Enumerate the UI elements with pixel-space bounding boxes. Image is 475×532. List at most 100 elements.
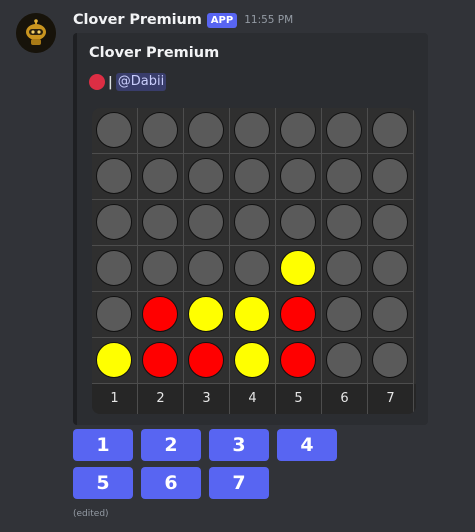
username[interactable]: Clover Premium	[73, 12, 202, 28]
board-cell	[138, 246, 184, 292]
column-label: 3	[184, 384, 230, 414]
board-cell	[368, 246, 414, 292]
empty-slot	[234, 158, 270, 194]
board-cell	[368, 338, 414, 384]
board-cell	[230, 338, 276, 384]
app-badge: APP	[206, 12, 238, 28]
board-cell	[92, 246, 138, 292]
empty-slot	[372, 158, 408, 194]
yellow-disc	[188, 296, 224, 332]
yellow-disc	[96, 342, 132, 378]
board-cell	[276, 154, 322, 200]
board-cell	[276, 246, 322, 292]
empty-slot	[372, 296, 408, 332]
robot-icon	[16, 13, 56, 53]
empty-slot	[142, 250, 178, 286]
board-cell	[184, 292, 230, 338]
board-cell	[368, 200, 414, 246]
red-disc	[188, 342, 224, 378]
empty-slot	[372, 342, 408, 378]
board-cell	[230, 154, 276, 200]
column-button-4[interactable]: 4	[277, 429, 337, 461]
timestamp: 11:55 PM	[244, 14, 294, 26]
board-cell	[138, 338, 184, 384]
board-cell	[184, 246, 230, 292]
board-cell	[230, 108, 276, 154]
column-button-5[interactable]: 5	[73, 467, 133, 499]
empty-slot	[96, 296, 132, 332]
bot-avatar[interactable]	[16, 13, 56, 53]
column-label: 1	[92, 384, 138, 414]
board-cell	[138, 200, 184, 246]
column-button-3[interactable]: 3	[209, 429, 269, 461]
board-cell	[276, 108, 322, 154]
empty-slot	[234, 112, 270, 148]
board-cell	[92, 154, 138, 200]
board-cell	[368, 292, 414, 338]
column-button-7[interactable]: 7	[209, 467, 269, 499]
empty-slot	[372, 250, 408, 286]
empty-slot	[326, 204, 362, 240]
red-disc	[142, 296, 178, 332]
board-cell	[138, 154, 184, 200]
separator: |	[108, 74, 113, 90]
column-label: 6	[322, 384, 368, 414]
board-cell	[92, 292, 138, 338]
board-cell	[322, 246, 368, 292]
edited-label: (edited)	[73, 509, 109, 519]
empty-slot	[326, 158, 362, 194]
red-disc-icon	[89, 74, 105, 90]
board-cell	[92, 200, 138, 246]
embed-description: | @Dabii	[89, 72, 167, 92]
board-cell	[322, 108, 368, 154]
board-cell	[92, 338, 138, 384]
column-button-1[interactable]: 1	[73, 429, 133, 461]
empty-slot	[188, 158, 224, 194]
empty-slot	[188, 250, 224, 286]
yellow-disc	[280, 250, 316, 286]
empty-slot	[280, 158, 316, 194]
board-cell	[184, 338, 230, 384]
empty-slot	[372, 204, 408, 240]
board-cell	[230, 292, 276, 338]
column-label: 4	[230, 384, 276, 414]
empty-slot	[96, 250, 132, 286]
board-cell	[184, 108, 230, 154]
board-cell	[92, 108, 138, 154]
empty-slot	[188, 204, 224, 240]
empty-slot	[280, 204, 316, 240]
column-label: 2	[138, 384, 184, 414]
board-cell	[322, 200, 368, 246]
board-cell	[322, 154, 368, 200]
column-label: 5	[276, 384, 322, 414]
message-header: Clover Premium APP 11:55 PM	[73, 10, 293, 30]
board-cell	[230, 200, 276, 246]
embed-title: Clover Premium	[89, 45, 220, 61]
column-button-2[interactable]: 2	[141, 429, 201, 461]
chat-message: Clover Premium APP 11:55 PM Clover Premi…	[0, 0, 475, 532]
board-cell	[368, 108, 414, 154]
empty-slot	[326, 296, 362, 332]
board-cell	[184, 200, 230, 246]
board-grid	[92, 108, 416, 384]
game-embed: Clover Premium | @Dabii 1234567	[73, 33, 428, 425]
empty-slot	[142, 112, 178, 148]
yellow-disc	[234, 296, 270, 332]
empty-slot	[326, 250, 362, 286]
empty-slot	[234, 204, 270, 240]
red-disc	[142, 342, 178, 378]
board-cell	[276, 200, 322, 246]
red-disc	[280, 342, 316, 378]
board-cell	[276, 292, 322, 338]
empty-slot	[326, 112, 362, 148]
board-cell	[322, 292, 368, 338]
empty-slot	[326, 342, 362, 378]
board-cell	[138, 108, 184, 154]
column-button-6[interactable]: 6	[141, 467, 201, 499]
yellow-disc	[234, 342, 270, 378]
empty-slot	[96, 158, 132, 194]
empty-slot	[96, 112, 132, 148]
column-label: 7	[368, 384, 414, 414]
board-cell	[276, 338, 322, 384]
user-mention[interactable]: @Dabii	[115, 73, 167, 91]
